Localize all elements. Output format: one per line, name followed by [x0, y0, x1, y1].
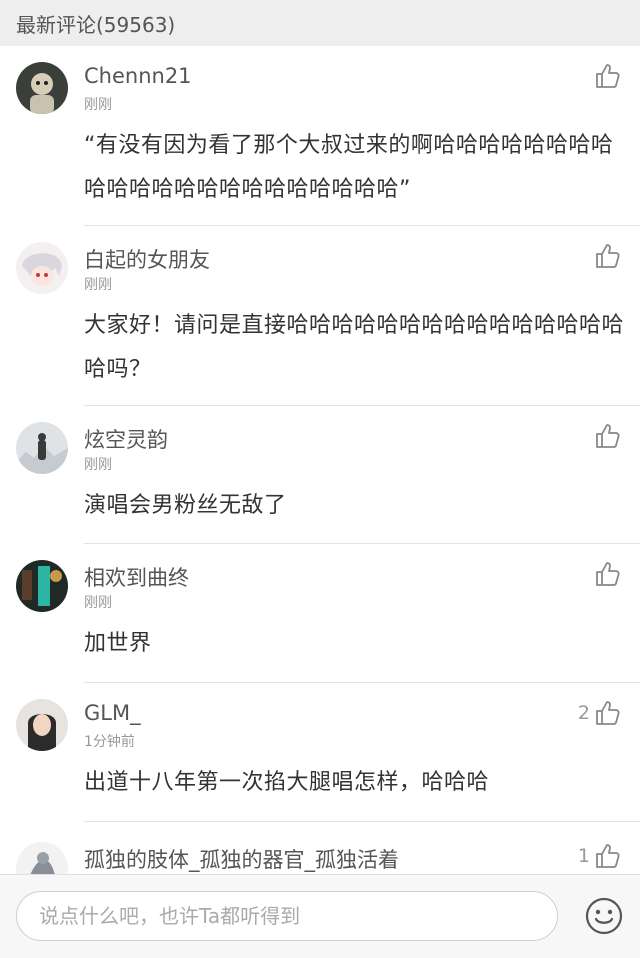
comment-text: 加世界 [84, 631, 152, 656]
username[interactable]: 孤独的肢体_孤独的器官_孤独活着 [84, 844, 399, 874]
comment-list: Chennn21 刚刚 “有没有因为看了那个大叔过来的啊哈哈哈哈哈哈哈哈哈哈哈哈… [0, 46, 640, 894]
latest-comments-title: 最新评论(59563) [16, 12, 176, 37]
like-count: 2 [577, 702, 590, 724]
comment-time: 刚刚 [84, 277, 112, 293]
comment-text: 大家好！请问是直接哈哈哈哈哈哈哈哈哈哈哈哈哈哈哈哈吗？ [84, 313, 625, 382]
comment-item: 白起的女朋友 刚刚 大家好！请问是直接哈哈哈哈哈哈哈哈哈哈哈哈哈哈哈哈吗？ [0, 226, 640, 406]
comment-item: Chennn21 刚刚 “有没有因为看了那个大叔过来的啊哈哈哈哈哈哈哈哈哈哈哈哈… [0, 46, 640, 226]
user-avatar-icon[interactable] [16, 422, 68, 474]
username[interactable]: 炫空灵韵 [84, 424, 168, 454]
thumbs-up-icon[interactable] [594, 62, 622, 90]
thumbs-up-icon[interactable] [594, 242, 622, 270]
comment-text: 演唱会男粉丝无敌了 [84, 493, 287, 518]
comment-item: 相欢到曲终 刚刚 加世界 [0, 544, 640, 683]
username[interactable]: 相欢到曲终 [84, 562, 189, 592]
thumbs-up-icon[interactable] [594, 560, 622, 588]
user-avatar-icon[interactable] [16, 560, 68, 612]
section-header: 最新评论(59563) [0, 0, 640, 46]
like-count: 1 [577, 845, 590, 867]
thumbs-up-icon[interactable] [594, 842, 622, 870]
comment-item: 炫空灵韵 刚刚 演唱会男粉丝无敌了 [0, 406, 640, 544]
thumbs-up-icon[interactable] [594, 699, 622, 727]
comment-text: 出道十八年第一次掐大腿唱怎样，哈哈哈 [84, 770, 490, 795]
comment-input[interactable] [16, 891, 558, 941]
username[interactable]: GLM_ [84, 701, 141, 725]
like-button[interactable] [590, 62, 622, 90]
comment-item: 孤独的肢体_孤独的器官_孤独活着 1 [0, 822, 640, 894]
smiley-face-icon[interactable] [584, 896, 624, 936]
user-avatar-icon[interactable] [16, 242, 68, 294]
like-button[interactable] [590, 560, 622, 588]
like-button[interactable] [590, 422, 622, 450]
comment-time: 刚刚 [84, 97, 112, 113]
comment-time: 刚刚 [84, 595, 112, 611]
like-button[interactable]: 2 [578, 699, 622, 727]
username[interactable]: 白起的女朋友 [84, 244, 210, 274]
thumbs-up-icon[interactable] [594, 422, 622, 450]
comment-time: 刚刚 [84, 457, 112, 473]
like-button[interactable] [590, 242, 622, 270]
username[interactable]: Chennn21 [84, 64, 192, 88]
like-button[interactable]: 1 [578, 842, 622, 870]
comment-time: 1分钟前 [84, 734, 135, 750]
user-avatar-icon[interactable] [16, 699, 68, 751]
comment-text: “有没有因为看了那个大叔过来的啊哈哈哈哈哈哈哈哈哈哈哈哈哈哈哈哈哈哈哈哈哈哈” [84, 133, 614, 202]
comment-composer-bar [0, 874, 640, 958]
user-avatar-icon[interactable] [16, 62, 68, 114]
comment-item: GLM_ 1分钟前 2 出道十八年第一次掐大腿唱怎样，哈哈哈 [0, 683, 640, 822]
